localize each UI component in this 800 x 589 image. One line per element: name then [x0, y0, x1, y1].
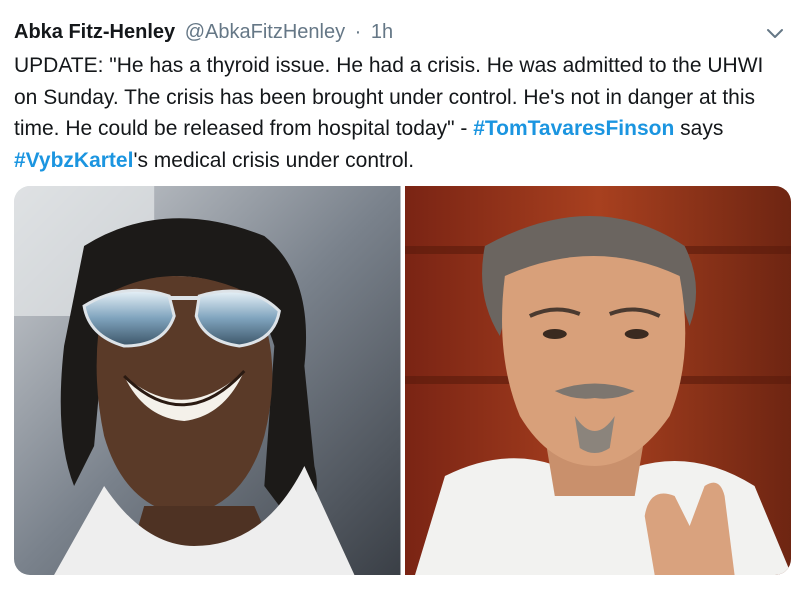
photo-left[interactable] [14, 186, 401, 575]
author-handle[interactable]: @AbkaFitzHenley [185, 21, 345, 43]
chevron-down-icon[interactable] [764, 22, 786, 44]
tweet-media[interactable] [14, 186, 791, 575]
tweet-text: UPDATE: "He has a thyroid issue. He had … [14, 50, 788, 176]
separator-dot: · [354, 21, 362, 43]
hashtag-link[interactable]: #VybzKartel [14, 149, 133, 172]
tweet-card: Abka Fitz-Henley @AbkaFitzHenley · 1h UP… [0, 0, 800, 589]
tweet-text-part: 's medical crisis under control. [133, 148, 415, 172]
author-name[interactable]: Abka Fitz-Henley [14, 21, 175, 43]
tweet-header: Abka Fitz-Henley @AbkaFitzHenley · 1h [14, 18, 750, 46]
photo-right[interactable] [404, 186, 791, 575]
hashtag-link[interactable]: #TomTavaresFinson [473, 117, 674, 140]
tweet-timestamp[interactable]: 1h [371, 21, 393, 43]
tweet-text-part: says [674, 117, 724, 140]
